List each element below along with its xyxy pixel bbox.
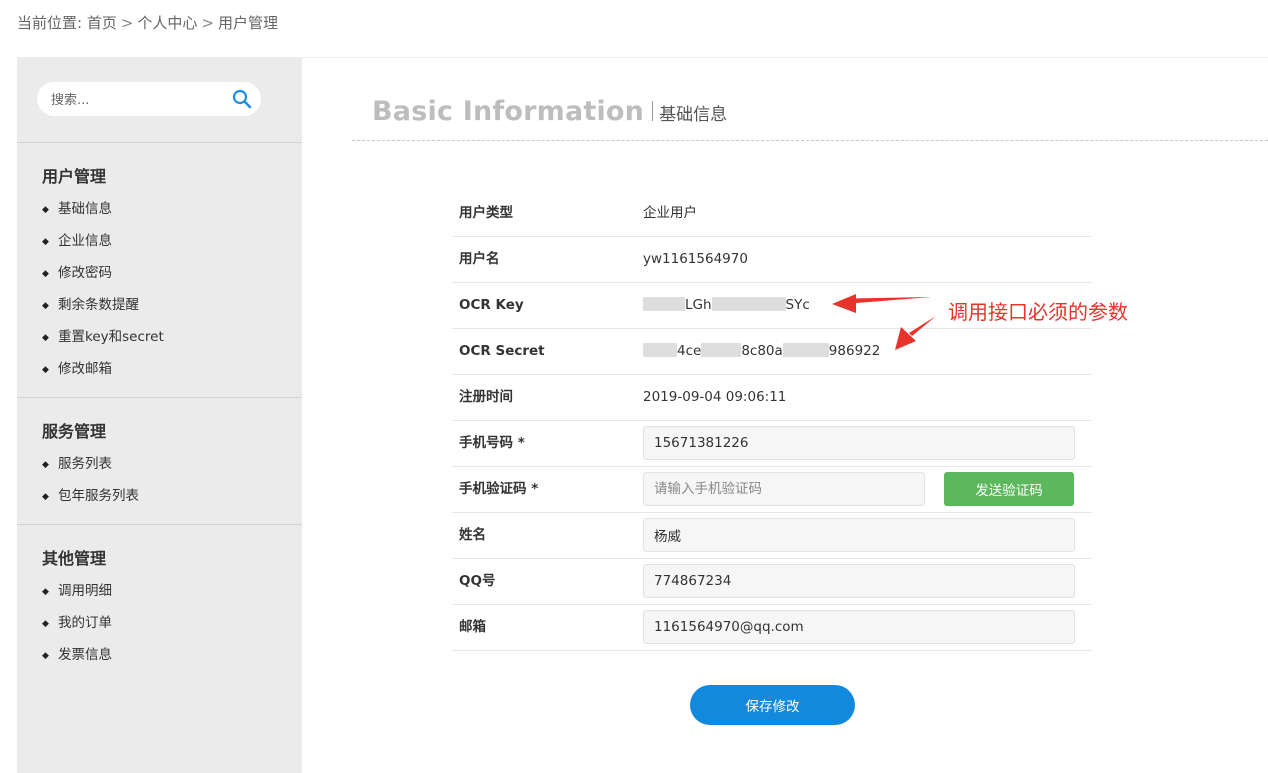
- sidebar-item-label: 剩余条数提醒: [58, 297, 139, 313]
- qq-input[interactable]: [643, 564, 1075, 598]
- sidebar-item-basic-info[interactable]: ◆ 基础信息: [42, 197, 112, 217]
- sidebar-item-label: 重置key和secret: [58, 329, 164, 345]
- ocr-key-part-1: LGh: [685, 297, 712, 313]
- sidebar-divider: [17, 524, 302, 525]
- send-code-button[interactable]: 发送验证码: [944, 472, 1074, 506]
- diamond-bullet-icon: ◆: [42, 269, 49, 279]
- breadcrumb: 当前位置: 首页 > 个人中心 > 用户管理: [17, 12, 278, 33]
- verify-code-input[interactable]: [643, 472, 925, 506]
- sidebar-item-my-orders[interactable]: ◆ 我的订单: [42, 611, 112, 631]
- sidebar-item-service-list[interactable]: ◆ 服务列表: [42, 452, 112, 472]
- title-dashed-divider: [352, 140, 1268, 141]
- page-title: Basic Information 基础信息: [372, 96, 727, 127]
- sidebar-item-label: 企业信息: [58, 233, 112, 249]
- sidebar-group-title-user: 用户管理: [42, 167, 107, 186]
- breadcrumb-separator: >: [120, 14, 134, 32]
- breadcrumb-home[interactable]: 首页: [87, 14, 117, 32]
- sidebar-item-label: 修改密码: [58, 265, 112, 281]
- row-user-type: 用户类型 企业用户: [452, 190, 1092, 237]
- diamond-bullet-icon: ◆: [42, 587, 49, 597]
- row-ocr-secret: OCR Secret 4ce 8c80a 986922: [452, 328, 1092, 375]
- phone-input[interactable]: [643, 426, 1075, 460]
- diamond-bullet-icon: ◆: [42, 333, 49, 343]
- sidebar-item-remaining-reminder[interactable]: ◆ 剩余条数提醒: [42, 293, 139, 313]
- email-label: 邮箱: [459, 619, 486, 635]
- breadcrumb-prefix: 当前位置:: [17, 14, 87, 32]
- name-label: 姓名: [459, 527, 486, 543]
- verify-code-label: 手机验证码 *: [459, 481, 539, 497]
- sidebar-item-company-info[interactable]: ◆ 企业信息: [42, 229, 112, 249]
- ocr-secret-part-2: 8c80a: [741, 343, 783, 359]
- sidebar-item-label: 服务列表: [58, 456, 112, 472]
- diamond-bullet-icon: ◆: [42, 460, 49, 470]
- qq-label: QQ号: [459, 573, 496, 589]
- ocr-secret-label: OCR Secret: [459, 343, 545, 359]
- diamond-bullet-icon: ◆: [42, 237, 49, 247]
- row-qq: QQ号: [452, 558, 1092, 605]
- ocr-key-value: LGh SYc: [643, 282, 810, 328]
- row-verify-code: 手机验证码 * 发送验证码: [452, 466, 1092, 513]
- row-phone: 手机号码 *: [452, 420, 1092, 467]
- diamond-bullet-icon: ◆: [42, 301, 49, 311]
- diamond-bullet-icon: ◆: [42, 365, 49, 375]
- masked-segment: [643, 297, 685, 311]
- phone-label: 手机号码 *: [459, 435, 525, 451]
- ocr-secret-part-1: 4ce: [677, 343, 702, 359]
- search-icon[interactable]: [232, 89, 252, 109]
- sidebar-group-title-service: 服务管理: [42, 422, 107, 441]
- sidebar-item-label: 包年服务列表: [58, 488, 139, 504]
- masked-segment: [701, 343, 742, 357]
- sidebar: 用户管理 ◆ 基础信息 ◆ 企业信息 ◆ 修改密码 ◆ 剩余条数提醒 ◆ 重置key和se…: [17, 58, 302, 773]
- breadcrumb-separator: >: [201, 14, 215, 32]
- username-value: yw1161564970: [643, 251, 748, 267]
- masked-segment: [643, 343, 677, 357]
- row-register-time: 注册时间 2019-09-04 09:06:11: [452, 374, 1092, 421]
- breadcrumb-user-management: 用户管理: [218, 14, 279, 32]
- sidebar-item-label: 修改邮箱: [58, 361, 112, 377]
- breadcrumb-personal-center[interactable]: 个人中心: [137, 14, 197, 32]
- sidebar-item-call-details[interactable]: ◆ 调用明细: [42, 579, 112, 599]
- username-label: 用户名: [459, 251, 500, 267]
- title-divider: [652, 101, 654, 121]
- page-title-en: Basic Information: [372, 96, 645, 127]
- sidebar-group-title-other: 其他管理: [42, 549, 107, 568]
- register-time-value: 2019-09-04 09:06:11: [643, 389, 787, 405]
- sidebar-divider: [17, 397, 302, 398]
- sidebar-item-label: 发票信息: [58, 647, 112, 663]
- row-name: 姓名: [452, 512, 1092, 559]
- sidebar-item-invoice-info[interactable]: ◆ 发票信息: [42, 643, 112, 663]
- sidebar-item-change-email[interactable]: ◆ 修改邮箱: [42, 357, 112, 377]
- ocr-key-label: OCR Key: [459, 297, 524, 313]
- page-title-zh: 基础信息: [659, 105, 728, 125]
- name-input[interactable]: [643, 518, 1075, 552]
- diamond-bullet-icon: ◆: [42, 651, 49, 661]
- masked-segment: [711, 297, 786, 311]
- ocr-secret-part-3: 986922: [828, 343, 881, 359]
- diamond-bullet-icon: ◆: [42, 492, 49, 502]
- diamond-bullet-icon: ◆: [42, 205, 49, 215]
- save-changes-button[interactable]: 保存修改: [690, 685, 855, 725]
- masked-segment: [782, 343, 829, 357]
- user-type-label: 用户类型: [459, 205, 513, 221]
- email-input[interactable]: [643, 610, 1075, 644]
- search-input[interactable]: [49, 89, 223, 111]
- ocr-secret-value: 4ce 8c80a 986922: [643, 328, 880, 374]
- sidebar-item-reset-key-secret[interactable]: ◆ 重置key和secret: [42, 325, 164, 345]
- diamond-bullet-icon: ◆: [42, 619, 49, 629]
- search-box: [37, 82, 261, 116]
- sidebar-item-label: 调用明细: [58, 583, 112, 599]
- user-type-value: 企业用户: [643, 205, 697, 221]
- sidebar-item-annual-service-list[interactable]: ◆ 包年服务列表: [42, 484, 139, 504]
- sidebar-item-label: 基础信息: [58, 201, 112, 217]
- annotation-text: 调用接口必须的参数: [948, 300, 1128, 324]
- row-username: 用户名 yw1161564970: [452, 236, 1092, 283]
- ocr-key-part-2: SYc: [785, 297, 810, 313]
- sidebar-item-change-password[interactable]: ◆ 修改密码: [42, 261, 112, 281]
- register-time-label: 注册时间: [459, 389, 513, 405]
- row-email: 邮箱: [452, 604, 1092, 651]
- sidebar-item-label: 我的订单: [58, 615, 112, 631]
- sidebar-divider: [17, 142, 302, 143]
